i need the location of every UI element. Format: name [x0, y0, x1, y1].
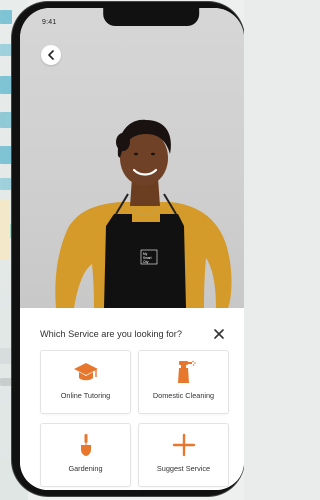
service-tile-gardening[interactable]: Gardening: [40, 423, 131, 487]
service-tile-online-tutoring[interactable]: Online Tutoring: [40, 350, 131, 414]
service-label: Domestic Cleaning: [152, 391, 215, 400]
spray-bottle-icon: [177, 360, 196, 383]
close-button[interactable]: [212, 327, 226, 341]
phone-screen: My Smart City 9:41 Which Service are you…: [20, 8, 244, 490]
chevron-left-icon: [48, 50, 54, 60]
background-block: [0, 10, 12, 24]
back-button[interactable]: [41, 45, 61, 65]
background-block: [0, 146, 12, 164]
background-block: [0, 178, 12, 190]
status-time: 9:41: [42, 19, 57, 26]
phone-frame: My Smart City 9:41 Which Service are you…: [12, 2, 244, 496]
sheet-title: Which Service are you looking for?: [40, 329, 182, 339]
phone-notch: [103, 8, 200, 26]
background-block: [0, 112, 12, 128]
service-label: Online Tutoring: [60, 391, 111, 400]
trowel-icon: [80, 434, 91, 456]
app-screenshot: My Smart City 9:41 Which Service are you…: [0, 0, 244, 500]
background-block: [0, 200, 10, 260]
svg-text:City: City: [143, 260, 149, 264]
plus-icon: [172, 433, 195, 457]
service-sheet: Which Service are you looking for? Onlin…: [20, 309, 244, 490]
service-tile-suggest-service[interactable]: Suggest Service: [138, 423, 229, 487]
service-tile-domestic-cleaning[interactable]: Domestic Cleaning: [138, 350, 229, 414]
service-label: Suggest Service: [156, 464, 211, 473]
background-block: [0, 76, 12, 94]
service-label: Gardening: [68, 464, 103, 473]
graduation-cap-icon: [73, 363, 98, 381]
background-block: [0, 44, 12, 56]
close-icon: [214, 329, 224, 339]
